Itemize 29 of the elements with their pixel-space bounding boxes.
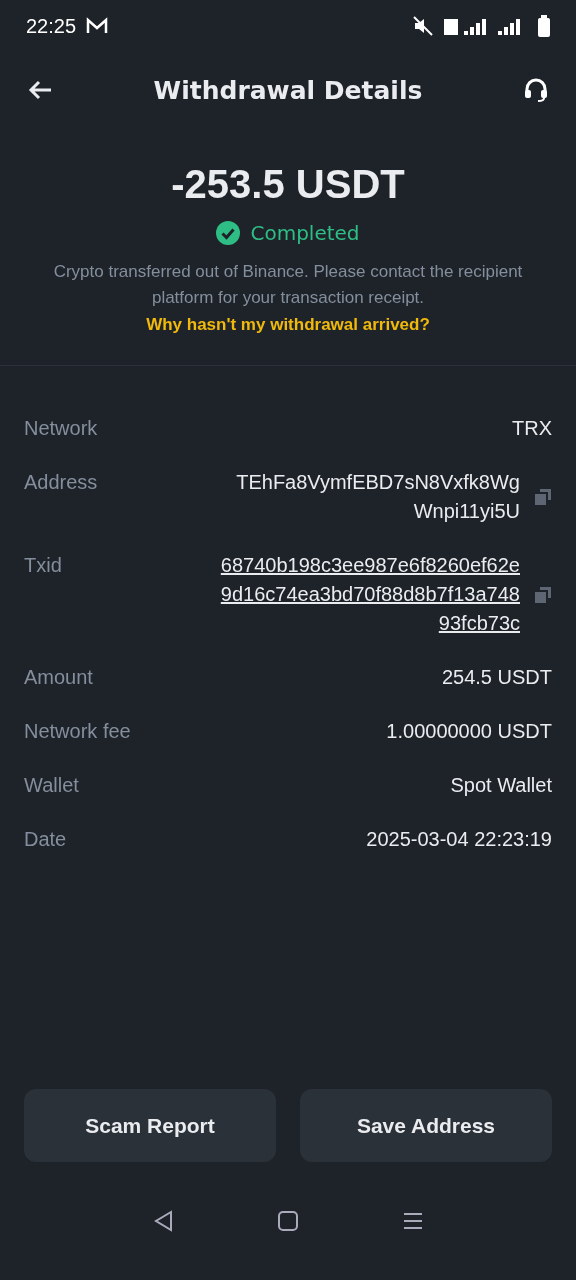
detail-label: Wallet xyxy=(24,773,79,798)
detail-label: Date xyxy=(24,827,67,852)
mail-icon xyxy=(86,17,109,35)
detail-value: 1.00000000 USDT xyxy=(386,719,552,744)
detail-value: TRX xyxy=(512,416,552,441)
home-nav-icon[interactable] xyxy=(277,1210,299,1232)
detail-value: 254.5 USDT xyxy=(441,665,552,690)
clock-time: 22:25 xyxy=(26,14,77,38)
action-button[interactable]: Scam Report xyxy=(24,1089,276,1162)
action-button[interactable]: Save Address xyxy=(300,1089,552,1162)
detail-label: Amount xyxy=(24,665,93,690)
detail-label: Address xyxy=(24,470,98,495)
detail-label: Network xyxy=(24,416,98,441)
detail-label: Txid xyxy=(24,553,62,578)
mute-icon xyxy=(412,15,434,37)
detail-value: 2025-03-04 22:23:19 xyxy=(366,827,552,852)
copy-icon[interactable] xyxy=(534,488,552,506)
detail-value: Spot Wallet xyxy=(450,773,552,798)
help-link[interactable]: Why hasn't my withdrawal arrived? xyxy=(146,315,430,335)
status-label: Completed xyxy=(250,221,360,245)
page-title: Withdrawal Details xyxy=(152,75,424,105)
detail-value: TEhFa8VymfEBD7sN8Vxfk8WgWnpi11yi5U xyxy=(235,470,520,524)
battery-icon xyxy=(538,15,550,37)
detail-label: Network fee xyxy=(24,719,131,744)
withdrawal-amount: -253.5 USDT xyxy=(171,162,405,207)
txid-link[interactable]: 68740b198c3ee987e6f8260ef62e9d16c74ea3bd70f88d8b7f13a74893fcb73c xyxy=(220,551,520,638)
copy-icon[interactable] xyxy=(534,585,552,604)
transfer-note: Crypto transferred out of Binance. Please contact the recipient platform for your transaction receipt. xyxy=(52,261,524,309)
menu-icon[interactable] xyxy=(402,1211,425,1231)
